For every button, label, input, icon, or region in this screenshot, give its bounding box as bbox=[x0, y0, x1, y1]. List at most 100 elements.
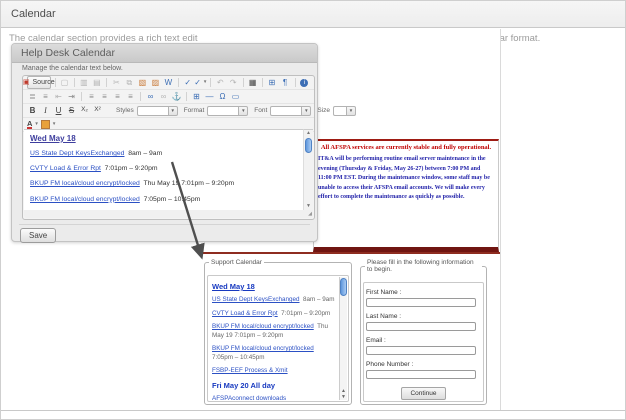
special-char-icon[interactable]: Ω bbox=[217, 91, 228, 102]
save-button[interactable]: Save bbox=[20, 228, 56, 243]
chevron-down-icon: ▼ bbox=[203, 80, 207, 85]
align-center-glyph: ≡ bbox=[102, 93, 107, 101]
toolbar-separator bbox=[140, 92, 141, 101]
templates-icon[interactable]: ▤ bbox=[91, 77, 102, 88]
event-link[interactable]: BKUP FM local/cloud encrypt/locked bbox=[212, 323, 314, 330]
panel-divider bbox=[19, 224, 310, 225]
scrollbar-buttons[interactable]: ▲ ▼ bbox=[340, 388, 347, 400]
maintenance-message: IT&A will be performing routine email se… bbox=[318, 155, 494, 203]
chevron-down-icon[interactable]: ▼ bbox=[239, 106, 248, 116]
editor-scrollbar[interactable]: ▲ ▼ bbox=[303, 129, 313, 211]
indent-icon[interactable]: ⇥ bbox=[66, 91, 77, 102]
strikethrough-button[interactable]: S bbox=[66, 105, 77, 116]
bulleted-list-icon[interactable]: ≡ bbox=[40, 91, 51, 102]
preview-icon[interactable]: ▥ bbox=[78, 77, 89, 88]
bold-button[interactable]: B bbox=[27, 105, 38, 116]
format-select[interactable]: ▼ bbox=[207, 106, 248, 116]
begin-form-fieldset: Please fill in the following information… bbox=[360, 259, 487, 405]
special-char-glyph: Ω bbox=[220, 93, 226, 101]
chevron-down-icon: ▼ bbox=[52, 122, 56, 127]
email-field[interactable] bbox=[366, 346, 476, 355]
continue-button[interactable]: Continue bbox=[401, 387, 445, 400]
scrollbar-thumb[interactable] bbox=[305, 138, 312, 153]
redo-icon[interactable]: ↷ bbox=[228, 77, 239, 88]
event-link[interactable]: BKUP FM local/cloud encrypt/locked bbox=[30, 180, 140, 187]
align-justify-glyph: ≡ bbox=[128, 93, 133, 101]
paste-word-glyph: W bbox=[165, 79, 173, 87]
event-link[interactable]: US State Dept KeysExchanged bbox=[212, 296, 300, 303]
underline-button[interactable]: U bbox=[53, 105, 64, 116]
chevron-down-icon[interactable]: ▼ bbox=[347, 106, 356, 116]
begin-form-legend: Please fill in the following information… bbox=[365, 259, 482, 273]
event-link[interactable]: US State Dept KeysExchanged bbox=[30, 150, 124, 157]
font-select[interactable]: ▼ bbox=[270, 106, 311, 116]
event-link[interactable]: AFSPAconnect downloads FSBP/IBP/DDebit e… bbox=[212, 395, 286, 402]
chevron-down-icon[interactable]: ▼ bbox=[302, 106, 311, 116]
paste-word-icon[interactable]: W bbox=[163, 77, 174, 88]
preview-scrollbar[interactable]: ▲ ▼ bbox=[339, 277, 347, 400]
scayt-icon[interactable]: ✓▼ bbox=[195, 77, 206, 88]
scroll-down-icon[interactable]: ▼ bbox=[304, 203, 313, 210]
event-row: BKUP FM local/cloud encrypt/locked 7:05p… bbox=[212, 345, 336, 362]
event-link[interactable]: CVTY Load & Error Rpt bbox=[212, 310, 278, 317]
helpdesk-calendar-panel: Help Desk Calendar Manage the calendar t… bbox=[11, 43, 318, 242]
manage-label: Manage the calendar text below. bbox=[22, 65, 123, 72]
first-name-field[interactable] bbox=[366, 298, 476, 307]
table-icon[interactable]: ⊞ bbox=[191, 91, 202, 102]
new-page-glyph: ▢ bbox=[61, 79, 69, 87]
last-name-field[interactable] bbox=[366, 322, 476, 331]
iframe-icon[interactable]: ▭ bbox=[230, 91, 241, 102]
align-left-glyph: ≡ bbox=[89, 93, 94, 101]
copy-icon[interactable]: ⧉ bbox=[124, 77, 135, 88]
event-time: 7:05pm – 10:45pm bbox=[140, 196, 200, 203]
unlink-icon[interactable]: ∞ bbox=[158, 91, 169, 102]
numbered-list-icon[interactable]: ≣ bbox=[27, 91, 38, 102]
text-color-glyph: A bbox=[27, 120, 32, 130]
chevron-down-icon[interactable]: ▼ bbox=[169, 106, 178, 116]
day-heading: Fri May 20 All day bbox=[212, 381, 336, 390]
outdent-icon[interactable]: ⇤ bbox=[53, 91, 64, 102]
resize-grip-icon[interactable]: ◢ bbox=[308, 210, 312, 218]
styles-select[interactable]: ▼ bbox=[137, 106, 178, 116]
subscript-button[interactable]: X₂ bbox=[79, 105, 90, 116]
event-row: FSBP-EEF Process & Xmit bbox=[212, 367, 336, 376]
align-left-icon[interactable]: ≡ bbox=[86, 91, 97, 102]
phone-number-field[interactable] bbox=[366, 370, 476, 379]
italic-button[interactable]: I bbox=[40, 105, 51, 116]
about-icon[interactable]: i bbox=[299, 77, 310, 88]
subscript-glyph: X₂ bbox=[81, 107, 88, 114]
color-swatch bbox=[41, 120, 50, 129]
scrollbar-thumb[interactable] bbox=[340, 278, 347, 296]
event-link[interactable]: FSBP-EEF Process & Xmit bbox=[212, 367, 288, 374]
day-heading: Wed May 18 bbox=[30, 134, 301, 143]
event-link[interactable]: BKUP FM local/cloud encrypt/locked bbox=[30, 196, 140, 203]
align-right-icon[interactable]: ≡ bbox=[112, 91, 123, 102]
event-link[interactable]: BKUP FM local/cloud encrypt/locked bbox=[212, 345, 314, 352]
anchor-icon[interactable]: ⚓ bbox=[171, 91, 182, 102]
paste-text-icon[interactable]: ▨ bbox=[150, 77, 161, 88]
event-link[interactable]: CVTY Load & Error Rpt bbox=[30, 165, 101, 172]
phone-number-label: Phone Number : bbox=[366, 361, 483, 368]
scroll-up-icon[interactable]: ▲ bbox=[304, 130, 313, 137]
indent-glyph: ⇥ bbox=[68, 93, 75, 101]
horizontal-rule-icon[interactable]: — bbox=[204, 91, 215, 102]
image-icon[interactable]: ▦ bbox=[247, 77, 258, 88]
show-blocks-icon[interactable]: ¶ bbox=[280, 77, 291, 88]
editor-events[interactable]: Wed May 18 US State Dept KeysExchanged 8a… bbox=[24, 129, 303, 211]
event-time: 8am – 9am bbox=[124, 150, 162, 157]
new-page-icon[interactable]: ▢ bbox=[59, 77, 70, 88]
bulleted-list-glyph: ≡ bbox=[43, 93, 48, 101]
spellcheck-icon[interactable]: ✓ bbox=[182, 77, 193, 88]
undo-icon[interactable]: ↶ bbox=[215, 77, 226, 88]
cut-icon[interactable]: ✂ bbox=[111, 77, 122, 88]
link-icon[interactable]: ∞ bbox=[145, 91, 156, 102]
source-button[interactable]: ▣Source bbox=[27, 76, 51, 89]
paste-icon[interactable]: ▧ bbox=[137, 77, 148, 88]
scroll-down-icon[interactable]: ▼ bbox=[340, 394, 347, 400]
align-center-icon[interactable]: ≡ bbox=[99, 91, 110, 102]
align-justify-icon[interactable]: ≡ bbox=[125, 91, 136, 102]
superscript-button[interactable]: X² bbox=[92, 105, 103, 116]
maximize-icon[interactable]: ⊞ bbox=[267, 77, 278, 88]
size-select[interactable]: ▼ bbox=[333, 106, 356, 116]
unlink-glyph: ∞ bbox=[161, 93, 167, 101]
